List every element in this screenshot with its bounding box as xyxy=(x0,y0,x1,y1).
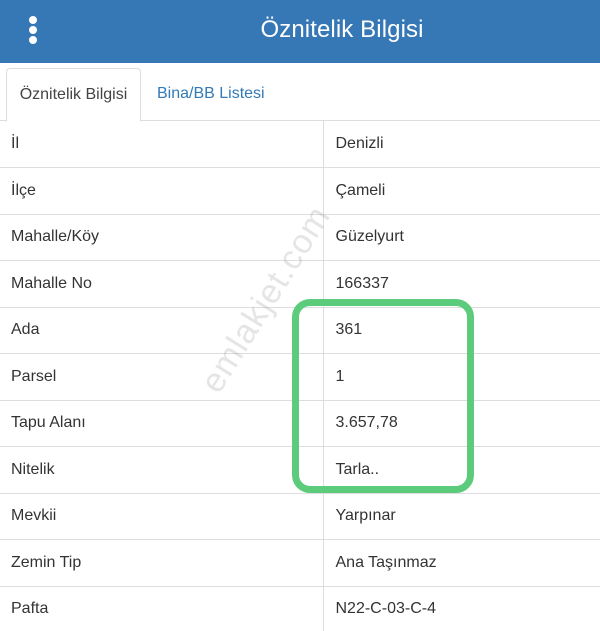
tab-attribute-info[interactable]: Öznitelik Bilgisi xyxy=(6,68,141,122)
row-key: Mevkii xyxy=(0,493,324,540)
row-key: Mahalle/Köy xyxy=(0,214,324,261)
row-value: 3.657,78 xyxy=(323,400,600,447)
row-value: N22-C-03-C-4 xyxy=(323,586,600,631)
table-row: Mevkii Yarpınar xyxy=(0,493,600,540)
table-row: Tapu Alanı 3.657,78 xyxy=(0,400,600,447)
table-row: Mahalle No 166337 xyxy=(0,260,600,308)
table-row: Pafta N22-C-03-C-4 xyxy=(0,586,600,631)
attribute-table: İl Denizli İlçe Çameli Mahalle/Köy Güzel… xyxy=(0,121,600,631)
row-value: Ana Taşınmaz xyxy=(323,539,600,587)
table-row: İlçe Çameli xyxy=(0,167,600,215)
tab-building-list[interactable]: Bina/BB Listesi xyxy=(146,68,276,122)
table-row: Zemin Tip Ana Taşınmaz xyxy=(0,539,600,587)
row-key: Mahalle No xyxy=(0,260,324,308)
row-key: Parsel xyxy=(0,353,324,401)
row-value: 166337 xyxy=(323,260,600,308)
table-row: Mahalle/Köy Güzelyurt xyxy=(0,214,600,261)
row-key: Tapu Alanı xyxy=(0,400,324,447)
table-row: Parsel 1 xyxy=(0,353,600,401)
row-value: Güzelyurt xyxy=(323,214,600,261)
row-key: Zemin Tip xyxy=(0,539,324,587)
row-value: Denizli xyxy=(323,121,600,168)
row-key: Ada xyxy=(0,307,324,354)
app-header: Öznitelik Bilgisi xyxy=(0,0,600,63)
row-value: Çameli xyxy=(323,167,600,215)
row-key: Nitelik xyxy=(0,446,324,494)
row-key: Pafta xyxy=(0,586,324,631)
table-row: Nitelik Tarla.. xyxy=(0,446,600,494)
tab-bar: Öznitelik Bilgisi Bina/BB Listesi xyxy=(0,63,600,122)
row-value: Tarla.. xyxy=(323,446,600,494)
row-key: İlçe xyxy=(0,167,324,215)
row-value: Yarpınar xyxy=(323,493,600,540)
page-title: Öznitelik Bilgisi xyxy=(260,16,424,43)
row-value: 1 xyxy=(323,353,600,401)
table-row: İl Denizli xyxy=(0,121,600,168)
table-row: Ada 361 xyxy=(0,307,600,354)
row-value: 361 xyxy=(323,307,600,354)
row-key: İl xyxy=(0,121,324,168)
